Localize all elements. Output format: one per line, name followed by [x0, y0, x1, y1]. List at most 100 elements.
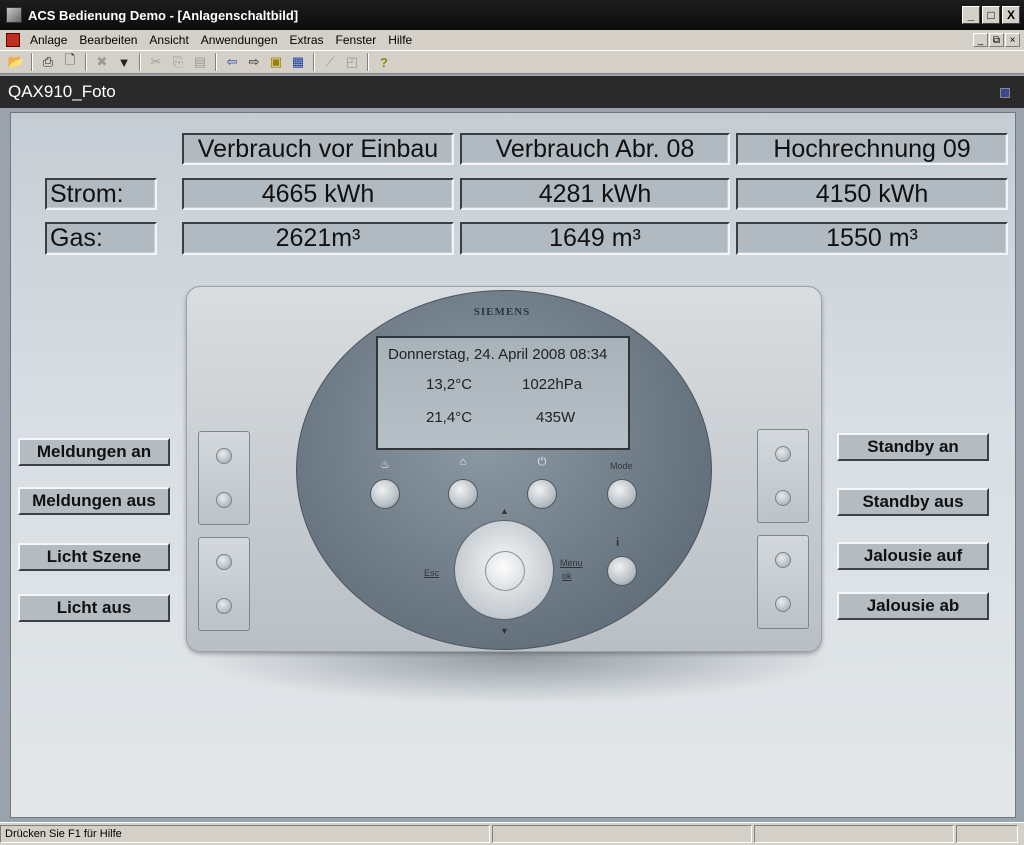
strom-hochrechnung-09-value: 4150 kWh [736, 178, 1008, 210]
toolbar-separator [31, 53, 33, 71]
power-icon: ⏻ [537, 456, 547, 468]
menu-hilfe[interactable]: Hilfe [382, 33, 418, 47]
status-segment [492, 825, 752, 843]
toolbar-separator [313, 53, 315, 71]
disconnect-icon[interactable]: ◰ [342, 52, 362, 72]
lcd-room-temperature: 21,4°C [426, 409, 473, 426]
mdi-close-button[interactable]: × [1005, 33, 1020, 47]
standby-button[interactable] [527, 479, 557, 509]
status-bar: Drücken Sie F1 für Hilfe [0, 822, 1024, 845]
info-icon: i [616, 535, 620, 549]
ok-center-button[interactable] [485, 551, 525, 591]
lcd-datetime: Donnerstag, 24. April 2008 08:34 [388, 346, 608, 363]
switch-led [216, 598, 232, 614]
toolbar-separator [85, 53, 87, 71]
document-icon[interactable] [6, 33, 20, 47]
strom-abr-08-value: 4281 kWh [460, 178, 730, 210]
heating-mode-button[interactable] [448, 479, 478, 509]
title-bar: ACS Bedienung Demo - [Anlagenschaltbild]… [0, 0, 1024, 30]
toolbar: 📂 ⎙ 🗋 ✖ ▼ ✂ ⎘ ▤ ⇦ ⇨ ▣ ▦ ⟋ ◰ ? [0, 50, 1024, 74]
hot-water-button[interactable] [370, 479, 400, 509]
back-arrow-icon[interactable]: ⇦ [222, 52, 242, 72]
up-arrow-icon: ▲ [500, 506, 509, 516]
menu-anlage[interactable]: Anlage [24, 33, 73, 47]
left-upper-switch-panel [198, 431, 250, 525]
print-icon[interactable]: ⎙ [38, 52, 58, 72]
toolbar-separator [367, 53, 369, 71]
app-icon [6, 7, 22, 23]
jalousie-ab-button[interactable]: Jalousie ab [837, 592, 989, 620]
maximize-button[interactable]: □ [982, 6, 1000, 24]
header-verbrauch-vor-einbau: Verbrauch vor Einbau [182, 133, 454, 165]
left-lower-switch-panel [198, 537, 250, 631]
down-arrow-icon: ▼ [500, 626, 509, 636]
switch-led [216, 448, 232, 464]
lcd-power: 435W [536, 409, 576, 426]
status-text: Drücken Sie F1 für Hilfe [0, 825, 490, 843]
print-preview-icon[interactable]: 🗋 [60, 52, 80, 72]
paste-icon[interactable]: ▤ [190, 52, 210, 72]
ok-label: ok [562, 571, 572, 581]
switch-led [775, 552, 791, 568]
minimize-button[interactable]: _ [962, 6, 980, 24]
menu-label: Menu [560, 558, 583, 568]
licht-aus-button[interactable]: Licht aus [18, 594, 170, 622]
meldungen-aus-button[interactable]: Meldungen aus [18, 487, 170, 515]
strom-vor-einbau-value: 4665 kWh [182, 178, 454, 210]
device-lcd-display: Donnerstag, 24. April 2008 08:34 13,2°C … [376, 336, 630, 450]
standby-aus-button[interactable]: Standby aus [837, 488, 989, 516]
lcd-pressure: 1022hPa [522, 376, 583, 393]
gas-hochrechnung-09-value: 1550 m³ [736, 222, 1008, 255]
esc-label: Esc [424, 568, 440, 578]
forward-arrow-icon[interactable]: ⇨ [244, 52, 264, 72]
menu-bar: Anlage Bearbeiten Ansicht Anwendungen Ex… [0, 30, 1024, 50]
window-title: ACS Bedienung Demo - [Anlagenschaltbild] [28, 7, 299, 23]
menu-anwendungen[interactable]: Anwendungen [195, 33, 284, 47]
lcd-outdoor-temperature: 13,2°C [426, 376, 473, 393]
right-lower-switch-panel [757, 535, 809, 629]
hot-water-icon: ♨ [380, 459, 390, 471]
gas-abr-08-value: 1649 m³ [460, 222, 730, 255]
mode-button[interactable] [607, 479, 637, 509]
status-segment [956, 825, 1018, 843]
switch-led [216, 554, 232, 570]
jalousie-auf-button[interactable]: Jalousie auf [837, 542, 989, 570]
mode-label: Mode [610, 461, 633, 471]
open-folder-icon[interactable]: 📂 [6, 52, 26, 72]
standby-an-button[interactable]: Standby an [837, 433, 989, 461]
menu-ansicht[interactable]: Ansicht [143, 33, 194, 47]
menu-fenster[interactable]: Fenster [330, 33, 383, 47]
mdi-minimize-button[interactable]: _ [973, 33, 988, 47]
copy-icon[interactable]: ⎘ [168, 52, 188, 72]
switch-led [775, 596, 791, 612]
delete-icon[interactable]: ✖ [92, 52, 112, 72]
mdi-restore-button[interactable]: ⧉ [989, 33, 1004, 47]
row-label-strom: Strom: [45, 178, 157, 210]
switch-led [775, 446, 791, 462]
menu-bearbeiten[interactable]: Bearbeiten [73, 33, 143, 47]
switch-led [775, 490, 791, 506]
window-menu-icon[interactable] [1000, 88, 1010, 98]
row-label-gas: Gas: [45, 222, 157, 255]
folder-up-icon[interactable]: ▣ [266, 52, 286, 72]
close-button[interactable]: X [1002, 6, 1020, 24]
gas-vor-einbau-value: 2621m³ [182, 222, 454, 255]
filter-icon[interactable]: ▼ [114, 52, 134, 72]
header-verbrauch-abr-08: Verbrauch Abr. 08 [460, 133, 730, 165]
window-icon[interactable]: ▦ [288, 52, 308, 72]
cut-icon[interactable]: ✂ [146, 52, 166, 72]
connect-icon[interactable]: ⟋ [320, 52, 340, 72]
switch-led [216, 492, 232, 508]
toolbar-separator [139, 53, 141, 71]
help-icon[interactable]: ? [374, 52, 394, 72]
info-button[interactable] [607, 556, 637, 586]
home-icon: ⌂ [459, 456, 467, 468]
status-segment [754, 825, 954, 843]
document-header: QAX910_Foto [0, 76, 1024, 108]
toolbar-separator [215, 53, 217, 71]
document-title: QAX910_Foto [8, 82, 116, 101]
menu-extras[interactable]: Extras [284, 33, 330, 47]
licht-szene-button[interactable]: Licht Szene [18, 543, 170, 571]
meldungen-an-button[interactable]: Meldungen an [18, 438, 170, 466]
navigation-wheel[interactable] [454, 520, 554, 620]
